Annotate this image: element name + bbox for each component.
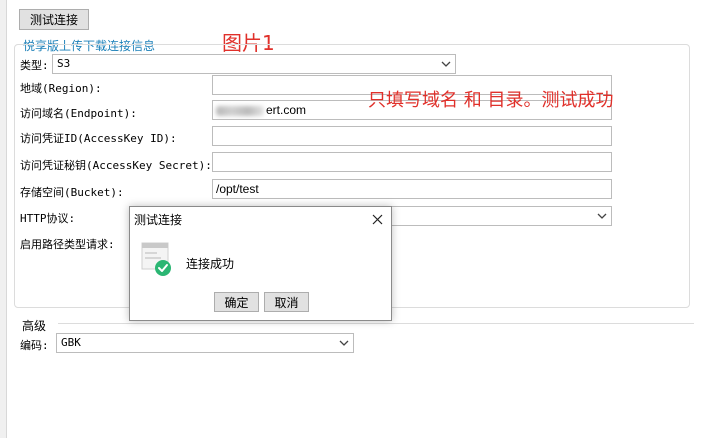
chevron-down-icon [335,334,353,352]
type-select[interactable]: S3 [52,54,456,74]
test-connection-button[interactable]: 测试连接 [19,9,89,30]
dialog-title: 测试连接 [134,213,183,227]
close-icon[interactable] [367,209,387,229]
endpoint-value: ert.com [266,103,307,117]
test-connection-dialog: 测试连接 连接成功 确定 取消 [129,206,392,321]
type-label: 类型: [20,59,49,72]
region-label: 地域(Region): [20,82,102,95]
path-style-label: 启用路径类型请求: [20,238,115,251]
ok-button[interactable]: 确定 [214,292,259,312]
type-value: S3 [57,57,71,70]
success-icon [141,242,171,276]
encoding-select[interactable]: GBK [56,333,354,353]
access-key-label: 访问凭证ID(AccessKey ID): [20,132,177,145]
cancel-button[interactable]: 取消 [264,292,309,312]
chevron-down-icon [593,207,611,225]
redacted-region [216,105,264,116]
bucket-input[interactable]: /opt/test [212,179,612,199]
encoding-value: GBK [61,336,81,349]
endpoint-label: 访问域名(Endpoint): [20,107,137,120]
chevron-down-icon [437,55,455,73]
left-panel-edge [0,0,7,438]
advanced-divider [58,323,694,324]
access-key-input[interactable] [212,126,612,146]
secret-key-input[interactable] [212,152,612,172]
advanced-section-label: 高级 [22,319,47,333]
dialog-message: 连接成功 [186,257,235,271]
encoding-label: 编码: [20,339,49,352]
http-protocol-label: HTTP协议: [20,212,76,225]
bucket-label: 存储空间(Bucket): [20,186,124,199]
annotation-note: 只填写域名 和 目录。测试成功 [368,90,614,111]
secret-key-label: 访问凭证秘钥(AccessKey Secret): [20,159,212,172]
